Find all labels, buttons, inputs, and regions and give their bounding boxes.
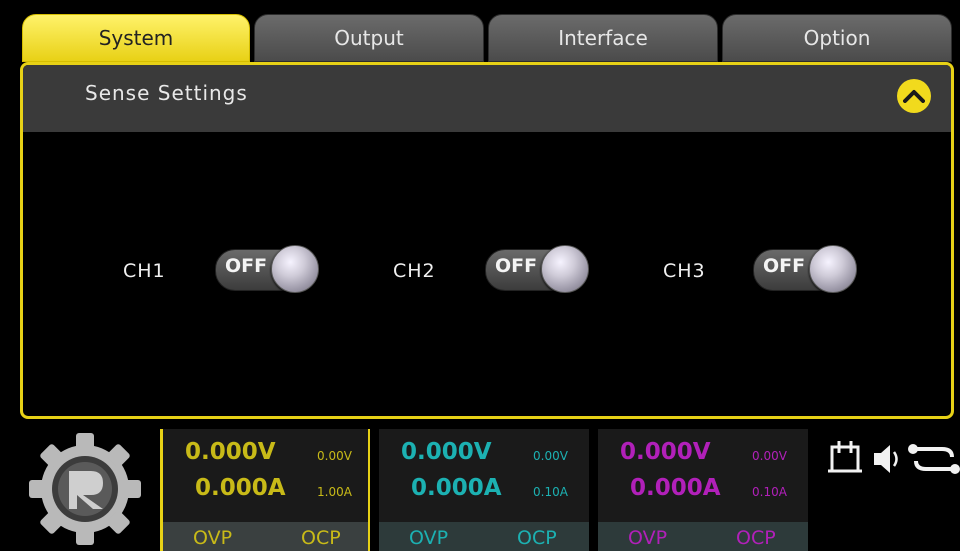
ch1-set-voltage: 0.00V [317,449,352,463]
chevron-up-icon [903,90,925,103]
ch2-set-voltage: 0.00V [533,449,568,463]
toggle-knob [541,245,589,293]
ch3-ocp-label: OCP [736,527,776,549]
tab-label: Option [803,26,871,50]
ch1-current: 0.000A [195,475,286,501]
tab-bar: System Output Interface Option [22,14,952,62]
status-icons [820,437,960,487]
ch2-voltage: 0.000V [401,439,492,465]
ch3-sense-toggle[interactable]: OFF [751,244,857,294]
collapse-button[interactable] [897,79,931,113]
ch1-output-panel[interactable]: 0.000V 0.000A 0.00V 1.00A OVP OCP [160,429,370,551]
tab-label: Output [334,26,404,50]
ch2-current: 0.000A [411,475,502,501]
ch3-set-voltage: 0.00V [752,449,787,463]
toggle-state: OFF [495,255,538,277]
home-gear-icon[interactable] [27,431,143,547]
tab-system[interactable]: System [22,14,250,62]
tab-label: Interface [558,26,648,50]
toggle-state: OFF [763,255,806,277]
panel-title: Sense Settings [85,81,248,105]
ch3-current: 0.000A [630,475,721,501]
ch3-ovp-label: OVP [628,527,668,549]
ch1-set-current: 1.00A [317,485,352,499]
ch3-sense-label: CH3 [663,260,706,282]
sense-settings-panel: Sense Settings CH1 OFF CH2 OFF CH3 OFF [20,62,954,419]
tab-interface[interactable]: Interface [488,14,718,62]
ch2-output-panel[interactable]: 0.000V 0.000A 0.00V 0.10A OVP OCP [379,429,589,551]
ch1-ocp-label: OCP [301,527,341,549]
toggle-state: OFF [225,255,268,277]
ch3-voltage: 0.000V [620,439,711,465]
ch2-set-current: 0.10A [533,485,568,499]
tab-output[interactable]: Output [254,14,484,62]
speaker-icon[interactable] [874,445,898,473]
toggle-knob [271,245,319,293]
status-bar: 0.000V 0.000A 0.00V 1.00A OVP OCP 0.000V… [0,423,960,551]
tab-label: System [98,26,174,50]
ch1-ovp-label: OVP [193,527,233,549]
ch2-ocp-label: OCP [517,527,557,549]
ch1-voltage: 0.000V [185,439,276,465]
toggle-knob [809,245,857,293]
ch1-sense-label: CH1 [123,260,166,282]
ch2-sense-label: CH2 [393,260,436,282]
ch3-output-panel[interactable]: 0.000V 0.000A 0.00V 0.10A OVP OCP [598,429,808,551]
usb-icon[interactable] [908,444,960,474]
tab-option[interactable]: Option [722,14,952,62]
ch1-sense-toggle[interactable]: OFF [213,244,319,294]
panel-header: Sense Settings [23,65,951,132]
ch2-ovp-label: OVP [409,527,449,549]
ch3-set-current: 0.10A [752,485,787,499]
ch2-sense-toggle[interactable]: OFF [483,244,589,294]
screen-connect-icon[interactable] [828,441,862,473]
